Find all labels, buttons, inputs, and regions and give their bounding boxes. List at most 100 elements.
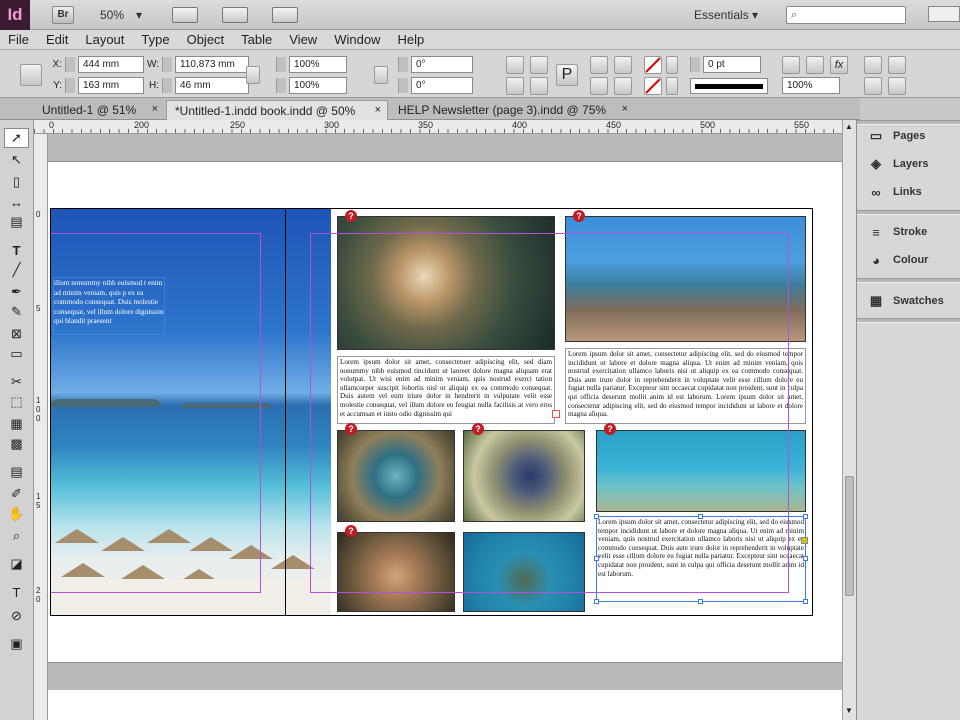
opacity-value[interactable]: 100% — [782, 77, 840, 94]
paragraph-icon[interactable]: P — [556, 64, 578, 86]
width-field[interactable]: W: 110,873 mm — [147, 56, 249, 73]
panel-stroke[interactable]: ≡ Stroke — [867, 222, 927, 242]
panel-layers[interactable]: ◈ Layers — [867, 154, 928, 174]
height-field[interactable]: H: 46 mm — [147, 77, 249, 94]
select-previous-icon[interactable] — [590, 77, 608, 95]
menu-type[interactable]: Type — [133, 32, 178, 47]
y-position-field[interactable]: Y: 163 mm — [50, 77, 144, 94]
h-stepper[interactable] — [162, 78, 172, 93]
overset-port-icon[interactable] — [552, 410, 560, 418]
scroll-down-icon[interactable]: ▼ — [845, 706, 853, 715]
selection-tool-icon[interactable]: ➚ — [4, 128, 29, 148]
menu-help[interactable]: Help — [389, 32, 433, 47]
window-controls[interactable] — [928, 6, 960, 22]
text-wrap-jump-icon[interactable] — [888, 77, 906, 95]
selection-handle[interactable] — [698, 599, 703, 604]
select-content-icon[interactable] — [614, 56, 632, 74]
drop-shadow-icon[interactable] — [782, 56, 800, 74]
scroll-thumb[interactable] — [845, 476, 854, 596]
tab-help-newsletter[interactable]: HELP Newsletter (page 3).indd @ 75% × — [390, 100, 634, 120]
content-collector-icon[interactable]: ▤ — [4, 212, 29, 232]
arrange-documents-button[interactable] — [272, 6, 299, 23]
stroke-type-select[interactable] — [690, 78, 768, 94]
select-container-icon[interactable] — [590, 56, 608, 74]
reference-point-icon[interactable] — [20, 64, 42, 86]
selection-handle[interactable] — [698, 514, 703, 519]
rectangle-tool-icon[interactable]: ▭ — [4, 344, 29, 364]
out-port-icon[interactable] — [801, 537, 808, 544]
view-options-button[interactable] — [172, 6, 199, 23]
fill-stroke-icon[interactable]: ◪ — [4, 554, 29, 574]
rotate-ccw-icon[interactable] — [530, 56, 548, 74]
zoom-tool-icon[interactable]: ⌕ — [4, 526, 29, 546]
fill-none-icon[interactable] — [644, 56, 662, 74]
hand-tool-icon[interactable]: ✋ — [4, 504, 29, 524]
panel-swatches[interactable]: ▦ Swatches — [867, 291, 944, 311]
scale-x-stepper[interactable] — [276, 57, 286, 72]
type-tool-icon[interactable]: T — [4, 240, 29, 260]
select-next-icon[interactable] — [614, 77, 632, 95]
missing-link-icon[interactable]: ? — [573, 210, 585, 222]
screen-mode-icon[interactable]: ▣ — [4, 634, 29, 654]
text-wrap-bbox-icon[interactable] — [888, 56, 906, 74]
menu-table[interactable]: Table — [233, 32, 281, 47]
w-stepper[interactable] — [162, 57, 172, 72]
missing-link-icon[interactable]: ? — [604, 423, 616, 435]
close-icon[interactable]: × — [375, 104, 381, 116]
gradient-feather-tool-icon[interactable]: ▩ — [4, 434, 29, 454]
rotate-field[interactable]: 0° — [398, 56, 473, 73]
text-wrap-shape-icon[interactable] — [864, 77, 882, 95]
shear-stepper[interactable] — [398, 78, 408, 93]
menu-object[interactable]: Object — [179, 32, 234, 47]
y-value[interactable]: 163 mm — [78, 77, 144, 94]
note-tool-icon[interactable]: ▤ — [4, 462, 29, 482]
free-transform-tool-icon[interactable]: ⬚ — [4, 392, 29, 412]
missing-link-icon[interactable]: ? — [345, 525, 357, 537]
h-value[interactable]: 46 mm — [175, 77, 249, 94]
gradient-swatch-tool-icon[interactable]: ▦ — [4, 414, 29, 434]
zoom-level-select[interactable]: 50% ▾ — [100, 8, 142, 22]
shear-field[interactable]: 0° — [398, 77, 473, 94]
y-stepper[interactable] — [65, 78, 75, 93]
scissors-tool-icon[interactable]: ✂ — [4, 372, 29, 392]
scale-y-field[interactable]: 100% — [276, 77, 347, 94]
screen-mode-button[interactable] — [222, 6, 249, 23]
vertical-scrollbar[interactable]: ▲ ▼ — [842, 120, 856, 720]
tab-untitled-1[interactable]: Untitled-1 @ 51% × — [34, 100, 164, 120]
opacity-field[interactable]: 100% — [782, 77, 840, 94]
flip-vertical-icon[interactable] — [530, 77, 548, 95]
gap-tool-icon[interactable]: ↔ — [4, 192, 29, 212]
missing-link-icon[interactable]: ? — [345, 423, 357, 435]
scale-y-value[interactable]: 100% — [289, 77, 347, 94]
stroke-weight-stepper[interactable] — [690, 57, 700, 72]
apply-none-icon[interactable]: ⊘ — [4, 606, 29, 626]
search-input[interactable]: ⌕ — [786, 6, 906, 24]
x-value[interactable]: 444 mm — [78, 56, 144, 73]
rotate-cw-icon[interactable] — [506, 56, 524, 74]
close-icon[interactable]: × — [152, 103, 158, 115]
effects-icon[interactable]: fx — [830, 56, 848, 74]
document-spread[interactable]: illum nonummy nibh euismod t enim ad min… — [50, 208, 813, 616]
link-scale-icon[interactable] — [374, 66, 388, 84]
formatting-affects-icon[interactable]: T — [4, 582, 29, 602]
direct-selection-tool-icon[interactable]: ↖ — [4, 150, 29, 170]
scale-x-value[interactable]: 100% — [289, 56, 347, 73]
rotate-stepper[interactable] — [398, 57, 408, 72]
constrain-proportions-icon[interactable] — [246, 66, 260, 84]
scale-x-field[interactable]: 100% — [276, 56, 347, 73]
missing-link-icon[interactable]: ? — [472, 423, 484, 435]
selection-handle[interactable] — [803, 556, 808, 561]
close-icon[interactable]: × — [622, 103, 628, 115]
scale-y-stepper[interactable] — [276, 78, 286, 93]
selection-handle[interactable] — [803, 599, 808, 604]
pencil-tool-icon[interactable]: ✎ — [4, 302, 29, 322]
selection-handle[interactable] — [803, 514, 808, 519]
pen-tool-icon[interactable]: ✒ — [4, 282, 29, 302]
x-stepper[interactable] — [65, 57, 75, 72]
shadow-toggle-icon[interactable] — [806, 56, 824, 74]
selection-handle[interactable] — [594, 514, 599, 519]
shear-value[interactable]: 0° — [411, 77, 473, 94]
text-wrap-none-icon[interactable] — [864, 56, 882, 74]
menu-layout[interactable]: Layout — [77, 32, 133, 47]
menu-view[interactable]: View — [281, 32, 326, 47]
